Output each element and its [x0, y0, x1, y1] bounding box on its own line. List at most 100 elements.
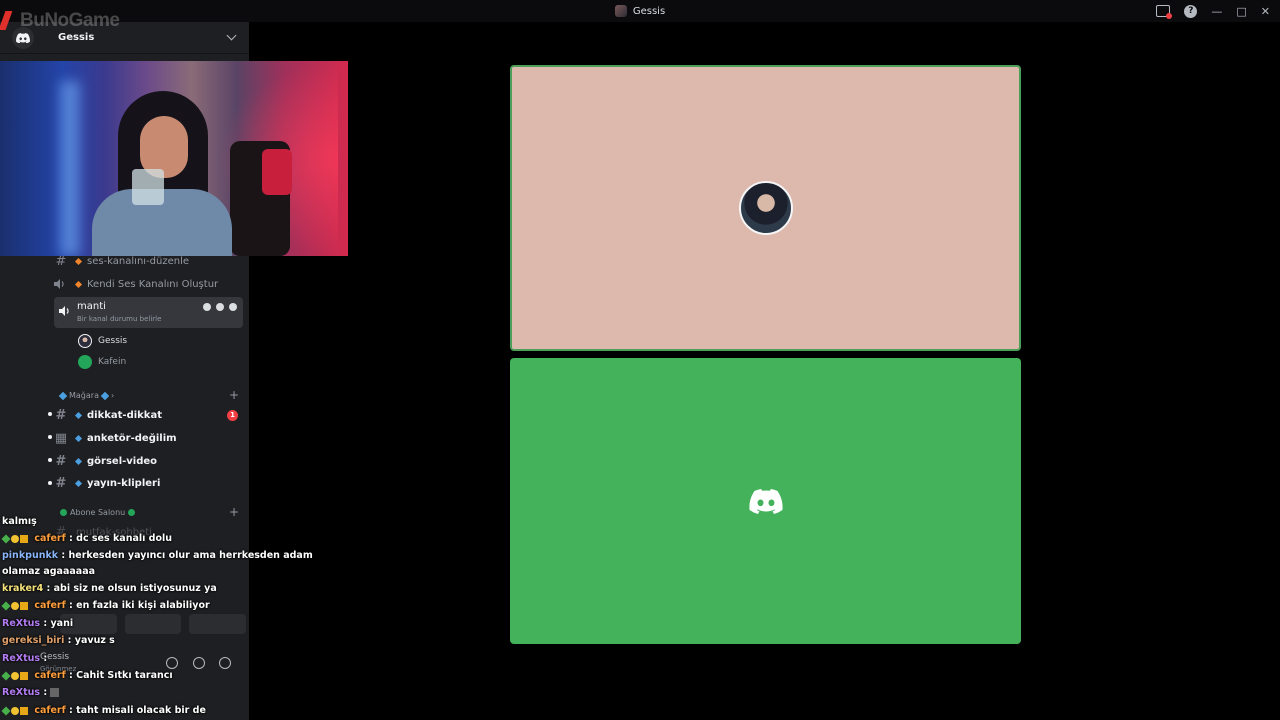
chat-badges-icon	[1, 533, 28, 544]
member-name: Kafein	[98, 357, 127, 367]
chat-badges-icon	[1, 705, 28, 716]
chat-badges-icon	[1, 600, 28, 611]
window-title: Gessis	[614, 5, 666, 17]
chat-text: : herkesden yayıncı olur ama herrkesden …	[58, 550, 313, 561]
add-channel-icon[interactable]: +	[229, 388, 239, 402]
logo-text: BuNoGame	[20, 10, 120, 31]
hash-icon: #	[55, 453, 67, 469]
diamond-icon	[74, 411, 83, 419]
channel-gorsel-video[interactable]: # görsel-video	[54, 451, 244, 471]
diamond-icon	[74, 257, 83, 265]
channel-label: dikkat-dikkat	[87, 409, 162, 421]
voice-tile-gessis[interactable]	[510, 65, 1021, 351]
chat-text: :	[40, 653, 48, 664]
chat-message: pinkpunkk : herkesden yayıncı olur ama h…	[2, 550, 313, 561]
chat-bubble-icon[interactable]	[203, 303, 211, 311]
avatar	[78, 334, 92, 348]
voice-member-kafein[interactable]: Kafein	[78, 353, 126, 371]
chevron-right-icon: ›	[110, 391, 115, 400]
title-bar: Gessis ? — □ ✕	[0, 0, 1280, 22]
channel-dikkat-dikkat[interactable]: # dikkat-dikkat 1	[54, 405, 244, 425]
channel-anketor-degilim[interactable]: ▦ anketör-değilim	[54, 428, 244, 448]
help-icon[interactable]: ?	[1184, 4, 1198, 18]
chat-message: ReXtus : yani	[2, 618, 73, 629]
voice-tile-kafein[interactable]	[510, 358, 1021, 644]
chat-text: : yani	[40, 618, 74, 629]
chat-username: ReXtus	[2, 687, 41, 698]
unread-dot	[48, 481, 52, 485]
chat-username: pinkpunkk	[2, 550, 59, 561]
voice-channel-status[interactable]: Bir kanal durumu belirle	[77, 315, 161, 323]
window-controls: ? — □ ✕	[1156, 0, 1270, 22]
app-window: Gessis ? — □ ✕ Gessis # ses-kanalını-düz…	[0, 0, 1280, 720]
server-avatar-icon	[614, 5, 627, 17]
channel-label: yayın-klipleri	[87, 477, 161, 489]
diamond-icon	[58, 391, 68, 400]
chat-text: olamaz agaaaaaa	[2, 566, 96, 577]
unread-dot	[48, 412, 52, 416]
unread-dot	[48, 458, 52, 462]
voice-channel-manti[interactable]: manti Bir kanal durumu belirle	[54, 297, 243, 328]
hash-icon: #	[55, 475, 67, 491]
diamond-icon	[100, 391, 110, 400]
speaker-icon	[59, 301, 71, 320]
unread-dot	[48, 435, 52, 439]
diamond-icon	[74, 434, 83, 442]
stream-logo: BuNoGame	[0, 10, 120, 32]
chat-message: ReXtus :	[2, 653, 47, 664]
webcam-overlay	[0, 61, 348, 256]
server-name: Gessis	[58, 32, 95, 43]
emote-icon	[50, 688, 60, 697]
chevron-down-icon[interactable]	[226, 30, 237, 41]
channel-yayin-klipleri[interactable]: # yayın-klipleri	[54, 473, 244, 493]
chat-username: kraker4	[2, 583, 44, 594]
chat-message: caferf : en fazla iki kişi alabiliyor	[1, 600, 210, 611]
chat-text: : abi siz ne olsun istiyosunuz ya	[43, 583, 217, 594]
chat-username: gereksi_biri	[2, 635, 65, 646]
diamond-icon	[74, 479, 83, 487]
close-button[interactable]: ✕	[1261, 5, 1270, 18]
diamond-icon	[74, 457, 83, 465]
voice-channel-actions	[203, 303, 237, 311]
inbox-icon[interactable]	[1156, 5, 1173, 19]
maximize-button[interactable]: □	[1236, 5, 1246, 18]
mention-badge: 1	[227, 409, 238, 421]
gear-icon[interactable]	[229, 303, 237, 311]
stream-chat-overlay: kalmış caferf : dc ses kanalı dolu pinkp…	[0, 512, 313, 720]
chat-text: : yavuz s	[64, 635, 115, 646]
chat-text: :	[40, 687, 51, 698]
chat-message: caferf : taht misali olacak bir de	[1, 705, 206, 716]
logo-mark-icon	[0, 10, 18, 32]
forum-icon: ▦	[54, 430, 68, 446]
category-magara[interactable]: Mağara ›	[58, 391, 115, 400]
chat-text: : dc ses kanalı dolu	[65, 533, 173, 544]
chat-username: ReXtus	[2, 618, 41, 629]
chat-text: : en fazla iki kişi alabiliyor	[65, 600, 210, 611]
channel-label: görsel-video	[87, 455, 158, 467]
chat-message: caferf : dc ses kanalı dolu	[1, 533, 173, 544]
chat-message: kraker4 : abi siz ne olsun istiyosunuz y…	[2, 583, 217, 594]
channel-label: ses-kanalını-düzenle	[87, 255, 190, 267]
member-name: Gessis	[98, 336, 128, 346]
chat-username: ReXtus	[2, 653, 41, 664]
chat-username: caferf	[34, 533, 66, 544]
avatar	[739, 181, 793, 235]
chat-username: caferf	[34, 670, 66, 681]
add-member-icon[interactable]	[216, 303, 224, 311]
chat-text: : Cahit Sıtkı tarancı	[65, 670, 173, 681]
chat-username: caferf	[34, 705, 66, 716]
chat-username: caferf	[34, 600, 66, 611]
window-title-text: Gessis	[632, 5, 666, 17]
channel-kendi-ses-kanali[interactable]: Kendi Ses Kanalını Oluştur	[54, 274, 244, 294]
diamond-icon	[74, 280, 83, 288]
voice-member-gessis[interactable]: Gessis	[78, 332, 127, 350]
chat-message: olamaz agaaaaaa	[2, 566, 95, 577]
chat-text: : taht misali olacak bir de	[65, 705, 206, 716]
chat-message: kalmış	[2, 516, 37, 527]
discord-logo-icon	[748, 488, 783, 514]
hash-icon: #	[55, 407, 67, 423]
channel-label: Kendi Ses Kanalını Oluştur	[87, 278, 219, 290]
minimize-button[interactable]: —	[1211, 5, 1222, 18]
chat-badges-icon	[1, 670, 28, 681]
chat-message: ReXtus :	[2, 687, 60, 698]
